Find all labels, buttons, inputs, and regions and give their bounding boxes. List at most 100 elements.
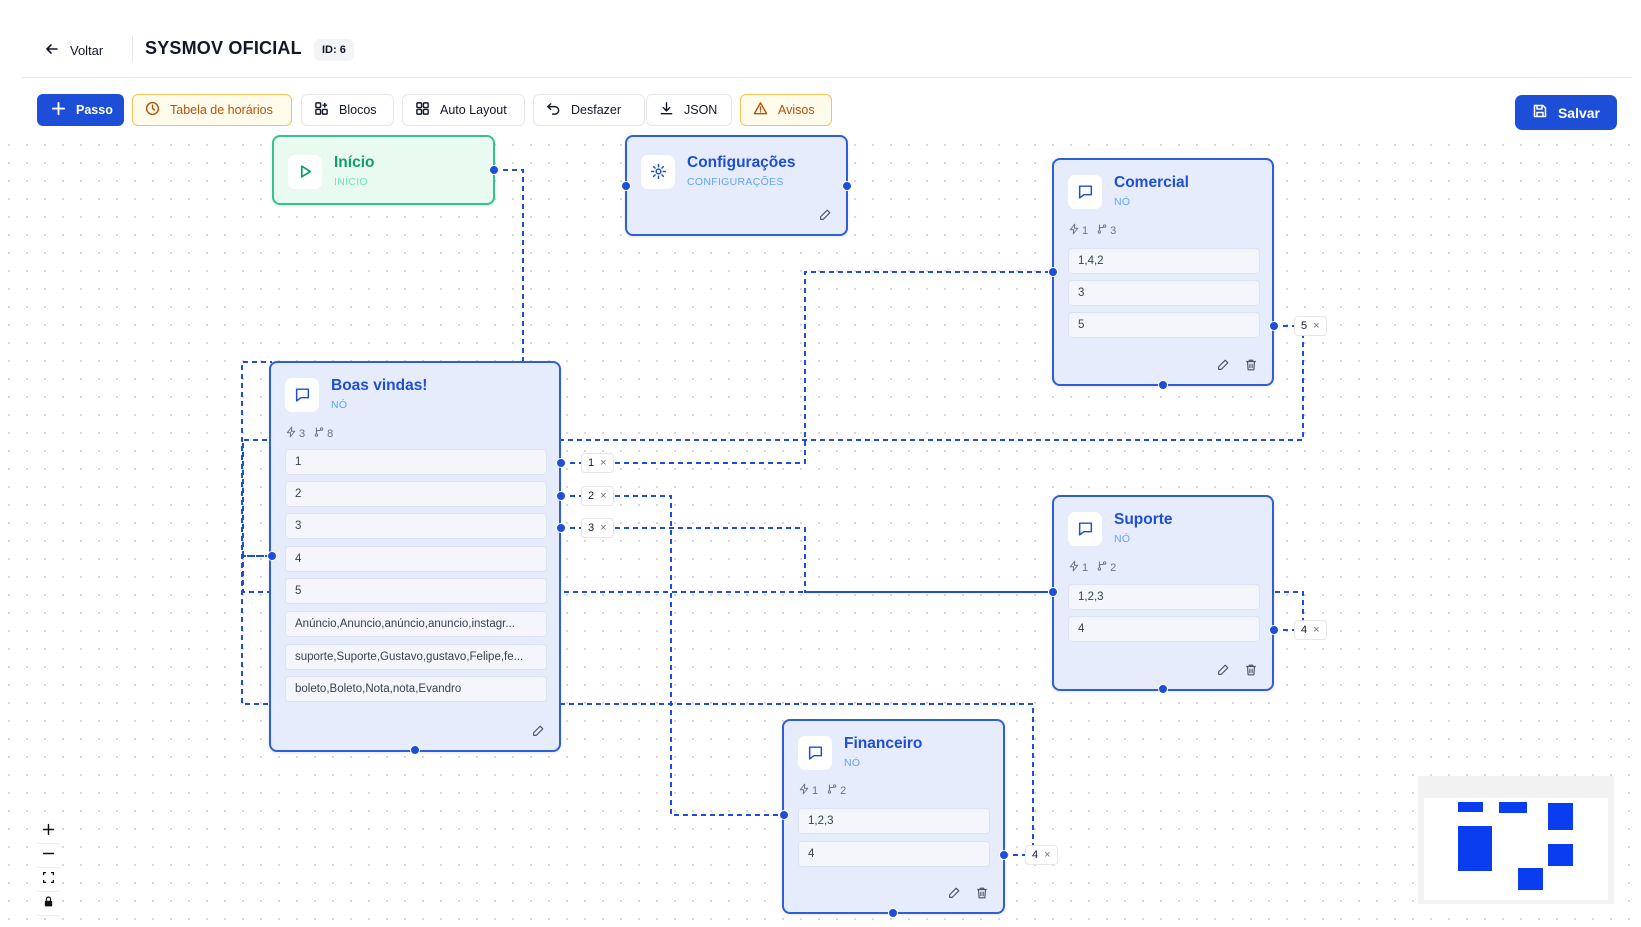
node-title: Suporte xyxy=(1114,511,1173,528)
option-item[interactable]: 5 xyxy=(1068,312,1260,338)
minimap-node xyxy=(1548,803,1573,830)
close-icon[interactable]: × xyxy=(1313,621,1319,639)
handle-boas-out-1[interactable] xyxy=(556,458,566,468)
handle-config-in[interactable] xyxy=(621,181,631,191)
handle-financeiro-bottom[interactable] xyxy=(888,908,898,918)
blocks-button[interactable]: Blocos xyxy=(301,94,394,126)
handle-suporte-out-4[interactable] xyxy=(1269,625,1279,635)
back-button[interactable]: Voltar xyxy=(44,38,103,62)
zoom-out-button[interactable] xyxy=(36,844,60,868)
option-item[interactable]: 4 xyxy=(285,546,547,572)
option-item[interactable]: 1 xyxy=(285,449,547,475)
node-stats: 1 3 xyxy=(1068,223,1116,238)
option-item[interactable]: suporte,Suporte,Gustavo,gustavo,Felipe,f… xyxy=(285,644,547,670)
handle-boas-in[interactable] xyxy=(267,551,277,561)
option-item[interactable]: 3 xyxy=(1068,280,1260,306)
trash-icon[interactable] xyxy=(1244,358,1258,372)
handle-financeiro-in[interactable] xyxy=(779,810,789,820)
message-icon xyxy=(285,377,319,412)
handle-comercial-bottom[interactable] xyxy=(1158,380,1168,390)
handle-suporte-in[interactable] xyxy=(1048,587,1058,597)
handle-comercial-in[interactable] xyxy=(1048,267,1058,277)
option-item[interactable]: 4 xyxy=(1068,616,1260,642)
edge-label[interactable]: 5 × xyxy=(1294,316,1327,336)
node-type: NÓ xyxy=(1114,533,1131,545)
schedule-button[interactable]: Tabela de horários xyxy=(132,94,292,126)
edge-label[interactable]: 4 × xyxy=(1294,620,1327,640)
node-type: NÓ xyxy=(1114,196,1131,208)
minimap-node xyxy=(1548,844,1573,866)
handle-financeiro-out-4[interactable] xyxy=(999,850,1009,860)
zoom-in-button[interactable] xyxy=(36,820,60,844)
handle-boas-out-3[interactable] xyxy=(556,523,566,533)
option-item[interactable]: 5 xyxy=(285,578,547,604)
undo-button[interactable]: Desfazer xyxy=(533,94,645,126)
warning-icon xyxy=(753,101,768,119)
message-icon xyxy=(1068,511,1102,546)
trash-icon[interactable] xyxy=(975,886,989,900)
close-icon[interactable]: × xyxy=(1313,317,1319,335)
option-item[interactable]: 4 xyxy=(798,841,990,867)
edge-label[interactable]: 4 × xyxy=(1025,845,1058,865)
edge-label[interactable]: 1 × xyxy=(581,453,614,473)
blocks-icon xyxy=(314,101,329,119)
option-item[interactable]: 3 xyxy=(285,513,547,539)
save-button[interactable]: Salvar xyxy=(1515,95,1617,130)
fit-view-button[interactable] xyxy=(36,868,60,892)
node-suporte[interactable]: Suporte NÓ 1 2 1,2,3 4 xyxy=(1052,495,1274,691)
edit-icon[interactable] xyxy=(818,208,832,222)
edge-label-text: 2 xyxy=(588,490,595,502)
close-icon[interactable]: × xyxy=(1044,846,1050,864)
edit-icon[interactable] xyxy=(531,724,545,738)
plus-icon xyxy=(42,823,55,841)
option-item[interactable]: 2 xyxy=(285,481,547,507)
close-icon[interactable]: × xyxy=(600,454,606,472)
zap-icon xyxy=(285,426,297,441)
trigger-count: 1 xyxy=(1082,561,1089,574)
zap-icon xyxy=(1068,560,1080,575)
auto-layout-button[interactable]: Auto Layout xyxy=(402,94,525,126)
edit-icon[interactable] xyxy=(1216,663,1230,677)
node-title: Configurações xyxy=(687,154,796,171)
handle-comercial-out-5[interactable] xyxy=(1269,321,1279,331)
trash-icon[interactable] xyxy=(1244,663,1258,677)
download-icon xyxy=(659,101,674,119)
handle-boas-out-2[interactable] xyxy=(556,491,566,501)
edit-icon[interactable] xyxy=(1216,358,1230,372)
node-stats: 1 2 xyxy=(798,783,846,798)
node-comercial[interactable]: Comercial NÓ 1 3 1,4,2 3 5 xyxy=(1052,158,1274,386)
handle-config-out[interactable] xyxy=(842,181,852,191)
gear-icon xyxy=(641,154,675,189)
edge-label[interactable]: 3 × xyxy=(581,518,614,538)
option-item[interactable]: 1,4,2 xyxy=(1068,248,1260,274)
json-button[interactable]: JSON xyxy=(646,94,732,126)
option-item[interactable]: Anúncio,Anuncio,anúncio,anuncio,instagr.… xyxy=(285,611,547,637)
node-stats: 3 8 xyxy=(285,426,333,441)
option-item[interactable]: 1,2,3 xyxy=(798,808,990,834)
handle-suporte-bottom[interactable] xyxy=(1158,684,1168,694)
node-financeiro[interactable]: Financeiro NÓ 1 2 1,2,3 4 xyxy=(782,719,1005,914)
save-label: Salvar xyxy=(1557,104,1601,121)
edge-label[interactable]: 2 × xyxy=(581,486,614,506)
branch-count: 8 xyxy=(327,427,334,440)
add-step-button[interactable]: Passo xyxy=(37,94,124,126)
option-item[interactable]: 1,2,3 xyxy=(1068,584,1260,610)
edit-icon[interactable] xyxy=(947,886,961,900)
canvas-controls xyxy=(36,820,60,916)
json-label: JSON xyxy=(684,103,718,117)
handle-inicio-out[interactable] xyxy=(489,165,499,175)
node-inicio[interactable]: Início INÍCIO xyxy=(272,135,495,205)
lock-button[interactable] xyxy=(36,892,60,916)
schedule-label: Tabela de horários xyxy=(170,103,273,117)
minimap-node xyxy=(1518,868,1543,890)
node-boas-vindas[interactable]: Boas vindas! NÓ 3 8 1 2 3 4 5 Anúncio,An… xyxy=(269,361,561,752)
handle-boas-bottom[interactable] xyxy=(410,745,420,755)
option-item[interactable]: boleto,Boleto,Nota,nota,Evandro xyxy=(285,676,547,702)
minimap[interactable] xyxy=(1418,776,1614,904)
close-icon[interactable]: × xyxy=(600,487,606,505)
node-configuracoes[interactable]: Configurações CONFIGURAÇÕES xyxy=(625,135,848,236)
close-icon[interactable]: × xyxy=(600,519,606,537)
warnings-button[interactable]: Avisos xyxy=(740,94,832,126)
trigger-count: 1 xyxy=(1082,224,1089,237)
minimap-node xyxy=(1458,802,1483,812)
